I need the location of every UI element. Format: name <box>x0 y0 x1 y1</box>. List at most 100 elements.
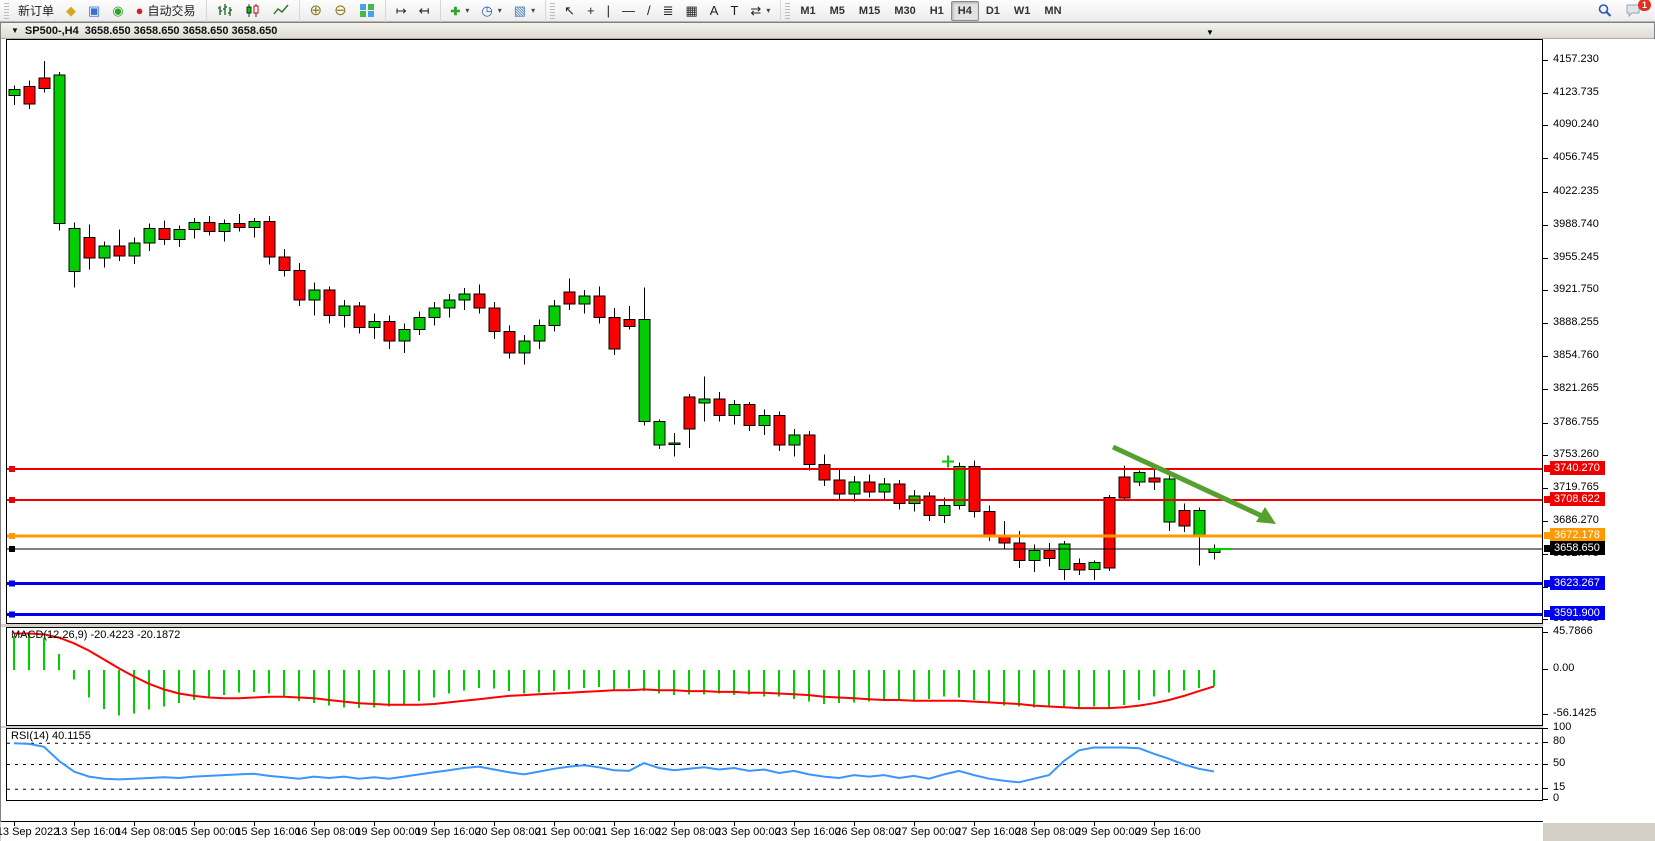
price-axis-label: 3955.245 <box>1553 251 1599 263</box>
price-axis-label: 3988.740 <box>1553 218 1599 230</box>
candlestick-button[interactable] <box>239 1 267 21</box>
toolbar-grip <box>785 3 790 19</box>
price-axis-label: 4123.735 <box>1553 86 1599 98</box>
chevron-down-icon: ▾ <box>498 6 502 15</box>
draw-tools-group: ↖+|—/≣▦AT⇄▾ <box>545 0 780 22</box>
toolbar-grip <box>4 3 9 19</box>
price-axis-label: 3686.270 <box>1553 514 1599 526</box>
bar-chart-icon <box>217 3 233 18</box>
zoom-in-button[interactable]: ⊕ <box>304 1 329 21</box>
rsi-axis-label: 50 <box>1553 757 1565 769</box>
macd-pane[interactable]: MACD(12,26,9) -20.4223 -20.1872 <box>6 627 1543 726</box>
horizontal-line-tool-button[interactable]: — <box>616 1 641 21</box>
price-axis-label: 4157.230 <box>1553 53 1599 65</box>
timeframe-m15-button[interactable]: M15 <box>852 1 887 21</box>
axis-tick <box>1543 788 1548 789</box>
autotrading-button[interactable]: ● 自动交易 <box>130 1 202 21</box>
tile-windows-button[interactable] <box>353 1 381 21</box>
macd-label: MACD(12,26,9) -20.4223 -20.1872 <box>11 629 180 641</box>
timeframe-m5-button[interactable]: M5 <box>823 1 852 21</box>
axis-tick <box>1543 521 1548 522</box>
market-watch-icon[interactable]: ▣ <box>82 1 106 21</box>
timeframes-group: M1M5M15M30H1H4D1W1MN <box>780 0 1072 22</box>
notification-badge: 1 <box>1638 0 1651 11</box>
text-tool-button[interactable]: A <box>704 1 725 21</box>
price-level-badge: 3672.178 <box>1550 528 1605 542</box>
autoscroll-button[interactable]: ↦ <box>390 1 413 21</box>
axis-tick <box>1543 764 1548 765</box>
bar-chart-button[interactable] <box>211 1 239 21</box>
axis-tick <box>1543 192 1548 193</box>
chart-window: ▼ SP500-,H4 3658.650 3658.650 3658.650 3… <box>0 22 1655 822</box>
price-level-badge: 3740.270 <box>1550 461 1605 475</box>
price-axis-label: 3888.255 <box>1553 316 1599 328</box>
timeframe-m30-button[interactable]: M30 <box>887 1 922 21</box>
chevron-down-icon: ▾ <box>766 6 770 15</box>
toolbar-grip <box>550 3 555 19</box>
timeframe-mn-button[interactable]: MN <box>1037 1 1068 21</box>
template-button[interactable]: ▧▾ <box>508 1 541 21</box>
label-tool-button[interactable]: T <box>724 1 744 21</box>
axis-tick <box>1543 290 1548 291</box>
macd-axis-label: 45.7866 <box>1553 625 1593 637</box>
period-button[interactable]: ◷▾ <box>475 1 507 21</box>
line-chart-button[interactable] <box>267 1 295 21</box>
channel-tool-button[interactable]: ▦ <box>680 1 704 21</box>
price-axis-label: 4022.235 <box>1553 185 1599 197</box>
price-axis-label: 3854.760 <box>1553 349 1599 361</box>
axis-tick <box>1543 669 1548 670</box>
signals-icon[interactable]: ◉ <box>106 1 129 21</box>
notifications-button[interactable]: 1 <box>1619 1 1647 21</box>
axis-tick <box>1543 60 1548 61</box>
gold-icon[interactable]: ◆ <box>60 1 82 21</box>
right-group: 1 <box>1587 0 1655 22</box>
axis-tick <box>1543 323 1548 324</box>
crosshair-tool-button[interactable]: + <box>581 1 601 21</box>
timeframe-d1-button[interactable]: D1 <box>979 1 1007 21</box>
price-axis-label: 4056.745 <box>1553 151 1599 163</box>
timeframe-m1-button[interactable]: M1 <box>793 1 822 21</box>
search-icon <box>1597 3 1613 18</box>
vertical-line-tool-button[interactable]: | <box>601 1 616 21</box>
chart-shift-marker[interactable]: ▼ <box>1206 28 1214 37</box>
date-axis[interactable]: 13 Sep 202213 Sep 16:0014 Sep 08:0015 Se… <box>1 821 1543 841</box>
rsi-label: RSI(14) 40.1155 <box>11 730 91 742</box>
axis-tick <box>1543 356 1548 357</box>
rsi-axis-label: 0 <box>1553 792 1559 804</box>
axis-tick <box>1543 587 1548 588</box>
axis-tick <box>1543 389 1548 390</box>
timeframe-w1-button[interactable]: W1 <box>1007 1 1038 21</box>
price-axis[interactable]: 4157.230 4123.735 4090.240 4056.745 4022.235… <box>1543 39 1655 823</box>
fibonacci-tool-button[interactable]: ≣ <box>657 1 680 21</box>
chart-shift-button[interactable]: ↤ <box>413 1 436 21</box>
chart-menu-arrow[interactable]: ▼ <box>11 26 19 35</box>
timeframe-h1-button[interactable]: H1 <box>923 1 951 21</box>
tile-windows-icon <box>359 3 375 18</box>
arrows-tool-button[interactable]: ⇄▾ <box>744 1 776 21</box>
axis-tick <box>1543 158 1548 159</box>
price-axis-label: 3786.755 <box>1553 416 1599 428</box>
main-toolbar: 新订单 ◆ ▣ ◉ ● 自动交易 ⊕ ⊖ ↦ ↤ 🞦▾ ◷▾ ▧▾ <box>0 0 1655 22</box>
axis-tick <box>1543 799 1548 800</box>
price-level-badge: 3658.650 <box>1550 541 1605 555</box>
cursor-tool-button[interactable]: ↖ <box>558 1 581 21</box>
price-axis-label: 3753.260 <box>1553 448 1599 460</box>
rsi-axis-label: 80 <box>1553 735 1565 747</box>
new-order-button[interactable]: 新订单 <box>12 1 60 21</box>
main-chart-pane[interactable] <box>6 39 1543 624</box>
chart-quotes: 3658.650 3658.650 3658.650 3658.650 <box>85 25 278 37</box>
timeframe-h4-button[interactable]: H4 <box>951 1 979 21</box>
rsi-axis-label: 100 <box>1553 721 1571 733</box>
chart-titlebar[interactable]: ▼ SP500-,H4 3658.650 3658.650 3658.650 3… <box>1 23 1654 39</box>
rsi-pane[interactable]: RSI(14) 40.1155 <box>6 728 1543 801</box>
zoom-group: ⊕ ⊖ <box>299 0 385 22</box>
trendline-tool-button[interactable]: / <box>641 1 657 21</box>
price-level-badge: 3623.267 <box>1550 576 1605 590</box>
new-chart-button[interactable]: 🞦▾ <box>445 1 476 21</box>
price-axis-label: 4090.240 <box>1553 118 1599 130</box>
axis-tick <box>1543 93 1548 94</box>
zoom-out-button[interactable]: ⊖ <box>328 1 353 21</box>
search-button[interactable] <box>1591 1 1619 21</box>
price-axis-label: 3921.750 <box>1553 283 1599 295</box>
axis-tick <box>1543 455 1548 456</box>
